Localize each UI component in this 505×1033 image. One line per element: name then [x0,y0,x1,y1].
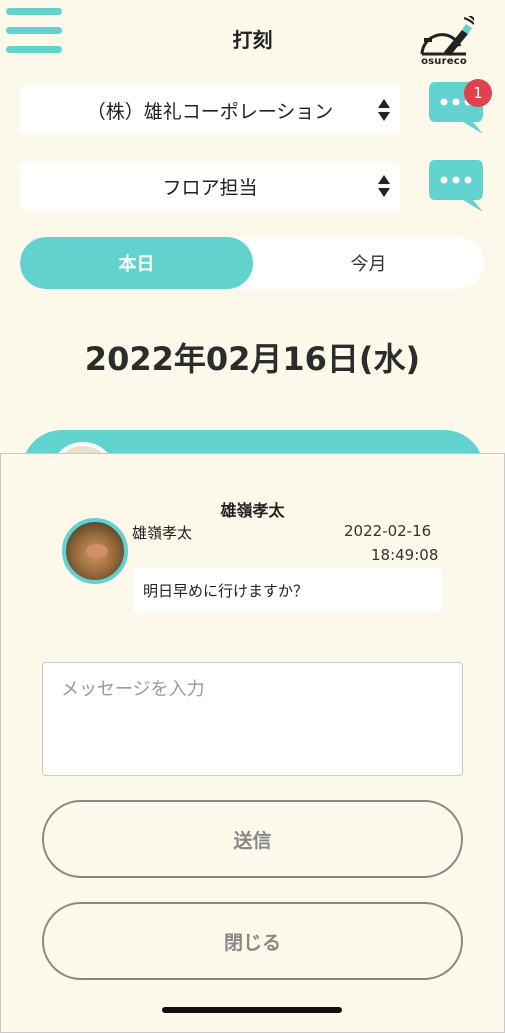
notification-badge: 1 [464,79,492,107]
chat-bubble-icon[interactable] [427,158,485,212]
modal-title: 雄嶺孝太 [220,501,285,520]
osureco-logo: osureco [414,13,477,72]
company-select-value: （株）雄礼コーポレーション [86,100,334,123]
message-time: 18:49:08 [371,546,439,564]
select-arrows-icon [378,97,390,123]
company-select[interactable]: （株）雄礼コーポレーション [20,85,400,135]
message-date: 2022-02-16 [344,522,432,540]
send-button[interactable]: 送信 [42,800,463,878]
period-tabs: 本日 今月 [20,237,484,289]
home-indicator [162,1007,342,1013]
role-select[interactable]: フロア担当 [20,161,400,211]
role-select-value: フロア担当 [162,176,258,199]
select-arrows-icon [378,173,390,199]
message-input[interactable] [42,662,463,776]
avatar [62,518,128,584]
tab-month[interactable]: 今月 [253,237,484,289]
message-text: 明日早めに行けますか？ [133,568,442,612]
message-sender: 雄嶺孝太 [132,524,193,542]
logo-text: osureco [421,56,467,67]
date-heading: 2022年02月16日(水) [84,340,421,378]
tab-today[interactable]: 本日 [20,237,253,289]
close-button[interactable]: 閉じる [42,902,463,980]
